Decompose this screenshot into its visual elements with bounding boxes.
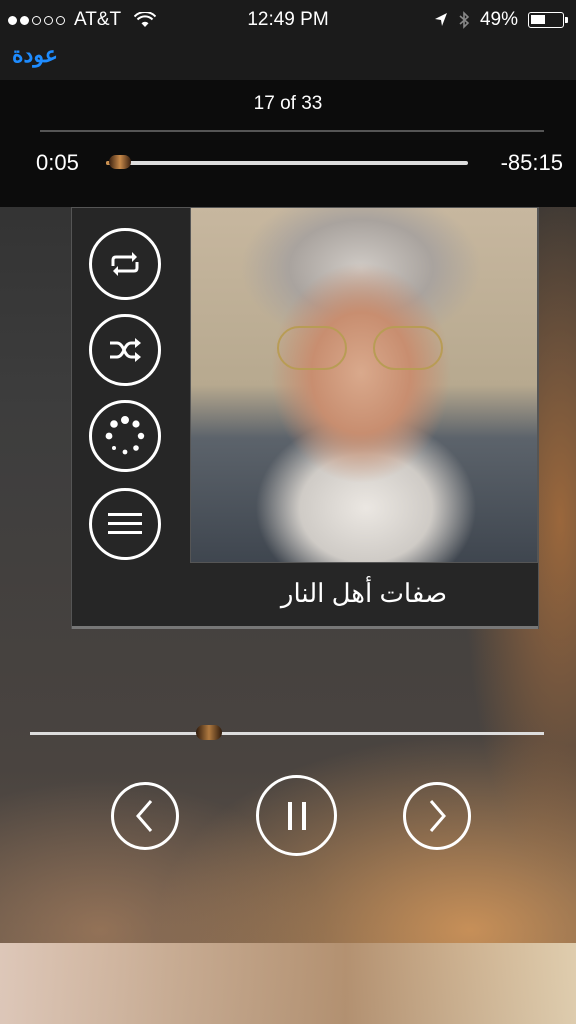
battery-level	[531, 15, 545, 24]
next-icon	[429, 800, 446, 832]
location-arrow-icon	[434, 13, 447, 26]
progress-thumb[interactable]	[109, 155, 131, 169]
next-button[interactable]	[403, 782, 471, 850]
repeat-button[interactable]	[89, 228, 161, 300]
divider	[40, 130, 544, 132]
menu-icon	[108, 513, 142, 534]
track-title: صفات أهل النار	[280, 578, 448, 608]
battery-icon	[528, 12, 568, 28]
album-artwork	[190, 207, 538, 563]
pause-icon	[287, 801, 306, 830]
track-info-bar: 17 of 33 0:05 -85:15	[0, 80, 576, 207]
remaining-time: -85:15	[500, 150, 563, 175]
track-position: 17 of 33	[253, 93, 323, 114]
playlist-menu-button[interactable]	[89, 488, 161, 560]
bluetooth-icon	[459, 11, 470, 29]
pause-button[interactable]	[256, 775, 337, 856]
shuffle-button[interactable]	[89, 314, 161, 386]
artwork-detail	[373, 326, 443, 370]
elapsed-time: 0:05	[36, 150, 79, 175]
panel-divider	[72, 626, 538, 629]
status-bar: AT&T 12:49 PM 49%	[0, 0, 576, 40]
loading-button[interactable]	[89, 400, 161, 472]
back-button[interactable]: عودة	[12, 42, 58, 68]
shuffle-icon	[110, 338, 141, 362]
progress-bar[interactable]	[106, 161, 468, 165]
previous-icon	[136, 800, 153, 832]
repeat-icon	[111, 252, 139, 276]
artwork-detail	[277, 326, 347, 370]
seek-slider-thumb[interactable]	[196, 725, 222, 740]
loading-spinner-icon	[105, 416, 145, 455]
seek-slider[interactable]	[30, 732, 544, 735]
battery-tip	[565, 17, 568, 23]
previous-button[interactable]	[111, 782, 179, 850]
battery-percent: 49%	[479, 9, 518, 30]
navigation-bar: عودة	[0, 40, 576, 80]
bottom-background-strip	[0, 943, 576, 1024]
